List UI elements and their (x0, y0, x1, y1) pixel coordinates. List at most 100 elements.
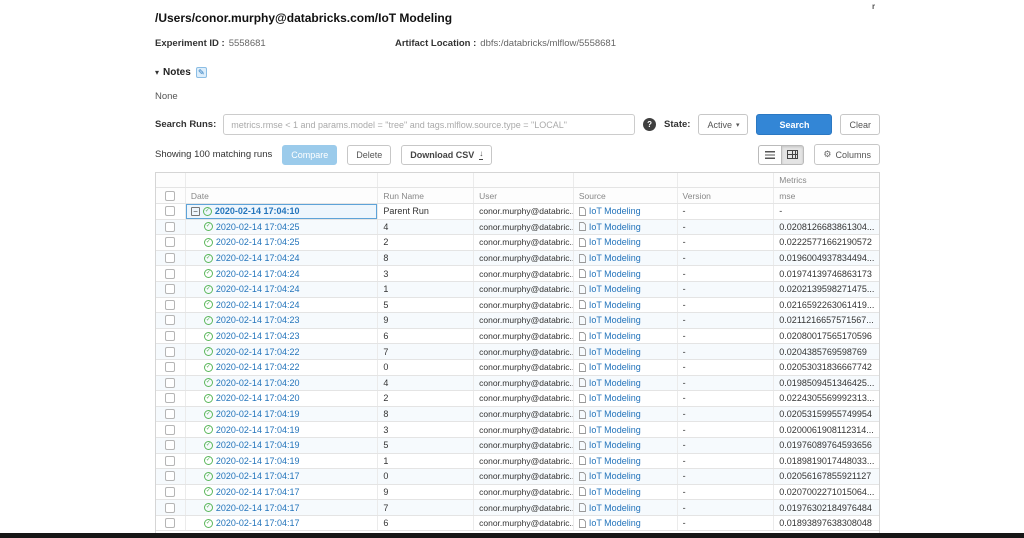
search-button[interactable]: Search (756, 114, 832, 135)
clear-button[interactable]: Clear (840, 114, 880, 135)
run-source-link[interactable]: IoT Modeling (589, 347, 641, 357)
row-checkbox[interactable] (165, 269, 175, 279)
run-source-link[interactable]: IoT Modeling (589, 284, 641, 294)
run-source-link[interactable]: IoT Modeling (589, 487, 641, 497)
table-row: − ✓ 2020-02-14 17:04:19 8 conor.murphy@d… (156, 407, 879, 423)
run-source-link[interactable]: IoT Modeling (589, 393, 641, 403)
row-checkbox[interactable] (165, 503, 175, 513)
run-date-link[interactable]: 2020-02-14 17:04:24 (216, 253, 300, 263)
run-version: - (678, 329, 775, 344)
compare-button[interactable]: Compare (282, 145, 337, 165)
run-source-link[interactable]: IoT Modeling (589, 237, 641, 247)
run-date-link[interactable]: 2020-02-14 17:04:22 (216, 362, 300, 372)
run-name: 4 (378, 220, 474, 235)
run-date-link[interactable]: 2020-02-14 17:04:24 (216, 284, 300, 294)
row-checkbox[interactable] (165, 471, 175, 481)
run-source-link[interactable]: IoT Modeling (589, 440, 641, 450)
run-date-link[interactable]: 2020-02-14 17:04:23 (216, 331, 300, 341)
run-source-link[interactable]: IoT Modeling (589, 222, 641, 232)
run-source-link[interactable]: IoT Modeling (589, 300, 641, 310)
run-mse-value: 0.01976089764593656 (774, 438, 879, 453)
search-runs-input[interactable] (223, 114, 635, 135)
row-checkbox[interactable] (165, 425, 175, 435)
row-checkbox[interactable] (165, 315, 175, 325)
select-all-checkbox[interactable] (165, 191, 175, 201)
run-source-link[interactable]: IoT Modeling (589, 518, 641, 528)
delete-button[interactable]: Delete (347, 145, 391, 165)
column-header-source[interactable]: Source (574, 188, 678, 203)
notebook-icon (579, 222, 586, 231)
row-checkbox[interactable] (165, 518, 175, 528)
run-date-link[interactable]: 2020-02-14 17:04:20 (216, 378, 300, 388)
run-date-link[interactable]: 2020-02-14 17:04:19 (216, 456, 300, 466)
columns-button[interactable]: ⚙Columns (814, 144, 880, 165)
search-help-icon[interactable]: ? (643, 118, 656, 131)
run-date-link[interactable]: 2020-02-14 17:04:24 (216, 300, 300, 310)
row-checkbox[interactable] (165, 253, 175, 263)
run-source-link[interactable]: IoT Modeling (589, 315, 641, 325)
row-checkbox[interactable] (165, 487, 175, 497)
run-date-link[interactable]: 2020-02-14 17:04:23 (216, 315, 300, 325)
run-name: 2 (378, 391, 474, 406)
list-view-button[interactable] (758, 145, 781, 165)
row-checkbox[interactable] (165, 222, 175, 232)
notebook-icon (579, 254, 586, 263)
run-date-link[interactable]: 2020-02-14 17:04:17 (216, 518, 300, 528)
run-source-link[interactable]: IoT Modeling (589, 425, 641, 435)
table-body: − ✓ 2020-02-14 17:04:10 Parent Run conor… (156, 204, 879, 531)
row-checkbox[interactable] (165, 456, 175, 466)
run-source-link[interactable]: IoT Modeling (589, 503, 641, 513)
row-checkbox[interactable] (165, 300, 175, 310)
row-checkbox[interactable] (165, 393, 175, 403)
run-status-check-icon: ✓ (204, 238, 213, 247)
row-checkbox[interactable] (165, 440, 175, 450)
notebook-icon (579, 519, 586, 528)
run-name: 6 (378, 516, 474, 531)
run-date-link[interactable]: 2020-02-14 17:04:17 (216, 487, 300, 497)
run-date-link[interactable]: 2020-02-14 17:04:19 (216, 425, 300, 435)
collapse-icon[interactable]: − (191, 207, 200, 216)
notes-edit-icon[interactable]: ✎ (196, 67, 207, 78)
run-date-link[interactable]: 2020-02-14 17:04:19 (216, 440, 300, 450)
run-source-link[interactable]: IoT Modeling (589, 378, 641, 388)
column-header-run-name[interactable]: Run Name (378, 188, 474, 203)
row-checkbox[interactable] (165, 237, 175, 247)
run-status-check-icon: ✓ (204, 254, 213, 263)
row-checkbox[interactable] (165, 378, 175, 388)
download-csv-button[interactable]: Download CSV↓ (401, 145, 492, 165)
run-source-link[interactable]: IoT Modeling (589, 269, 641, 279)
column-header-user[interactable]: User (474, 188, 574, 203)
run-date-link[interactable]: 2020-02-14 17:04:22 (216, 347, 300, 357)
row-checkbox[interactable] (165, 206, 175, 216)
run-date-link[interactable]: 2020-02-14 17:04:10 (215, 206, 300, 216)
run-date-link[interactable]: 2020-02-14 17:04:25 (216, 237, 300, 247)
run-source-link[interactable]: IoT Modeling (589, 456, 641, 466)
run-source-link[interactable]: IoT Modeling (589, 253, 641, 263)
grid-view-button[interactable] (781, 145, 804, 165)
run-date-link[interactable]: 2020-02-14 17:04:25 (216, 222, 300, 232)
state-dropdown[interactable]: Active▾ (698, 114, 748, 135)
column-header-date[interactable]: Date (186, 188, 378, 203)
run-status-check-icon: ✓ (204, 410, 213, 419)
run-source-link[interactable]: IoT Modeling (589, 206, 641, 216)
row-checkbox[interactable] (165, 284, 175, 294)
run-source-link[interactable]: IoT Modeling (589, 362, 641, 372)
column-header-mse[interactable]: mse (774, 188, 879, 203)
row-checkbox[interactable] (165, 331, 175, 341)
row-checkbox[interactable] (165, 362, 175, 372)
notes-disclosure-triangle-icon[interactable]: ▾ (155, 68, 159, 77)
run-date-link[interactable]: 2020-02-14 17:04:24 (216, 269, 300, 279)
run-date-link[interactable]: 2020-02-14 17:04:17 (216, 471, 300, 481)
notes-title[interactable]: Notes (163, 67, 191, 78)
run-date-link[interactable]: 2020-02-14 17:04:19 (216, 409, 300, 419)
run-source-link[interactable]: IoT Modeling (589, 471, 641, 481)
run-version: - (678, 220, 775, 235)
row-checkbox[interactable] (165, 347, 175, 357)
run-source-link[interactable]: IoT Modeling (589, 331, 641, 341)
column-header-version[interactable]: Version (678, 188, 775, 203)
run-source-link[interactable]: IoT Modeling (589, 409, 641, 419)
run-date-link[interactable]: 2020-02-14 17:04:20 (216, 393, 300, 403)
row-checkbox[interactable] (165, 409, 175, 419)
run-date-link[interactable]: 2020-02-14 17:04:17 (216, 503, 300, 513)
run-mse-value: 0.0198509451346425... (774, 376, 879, 391)
